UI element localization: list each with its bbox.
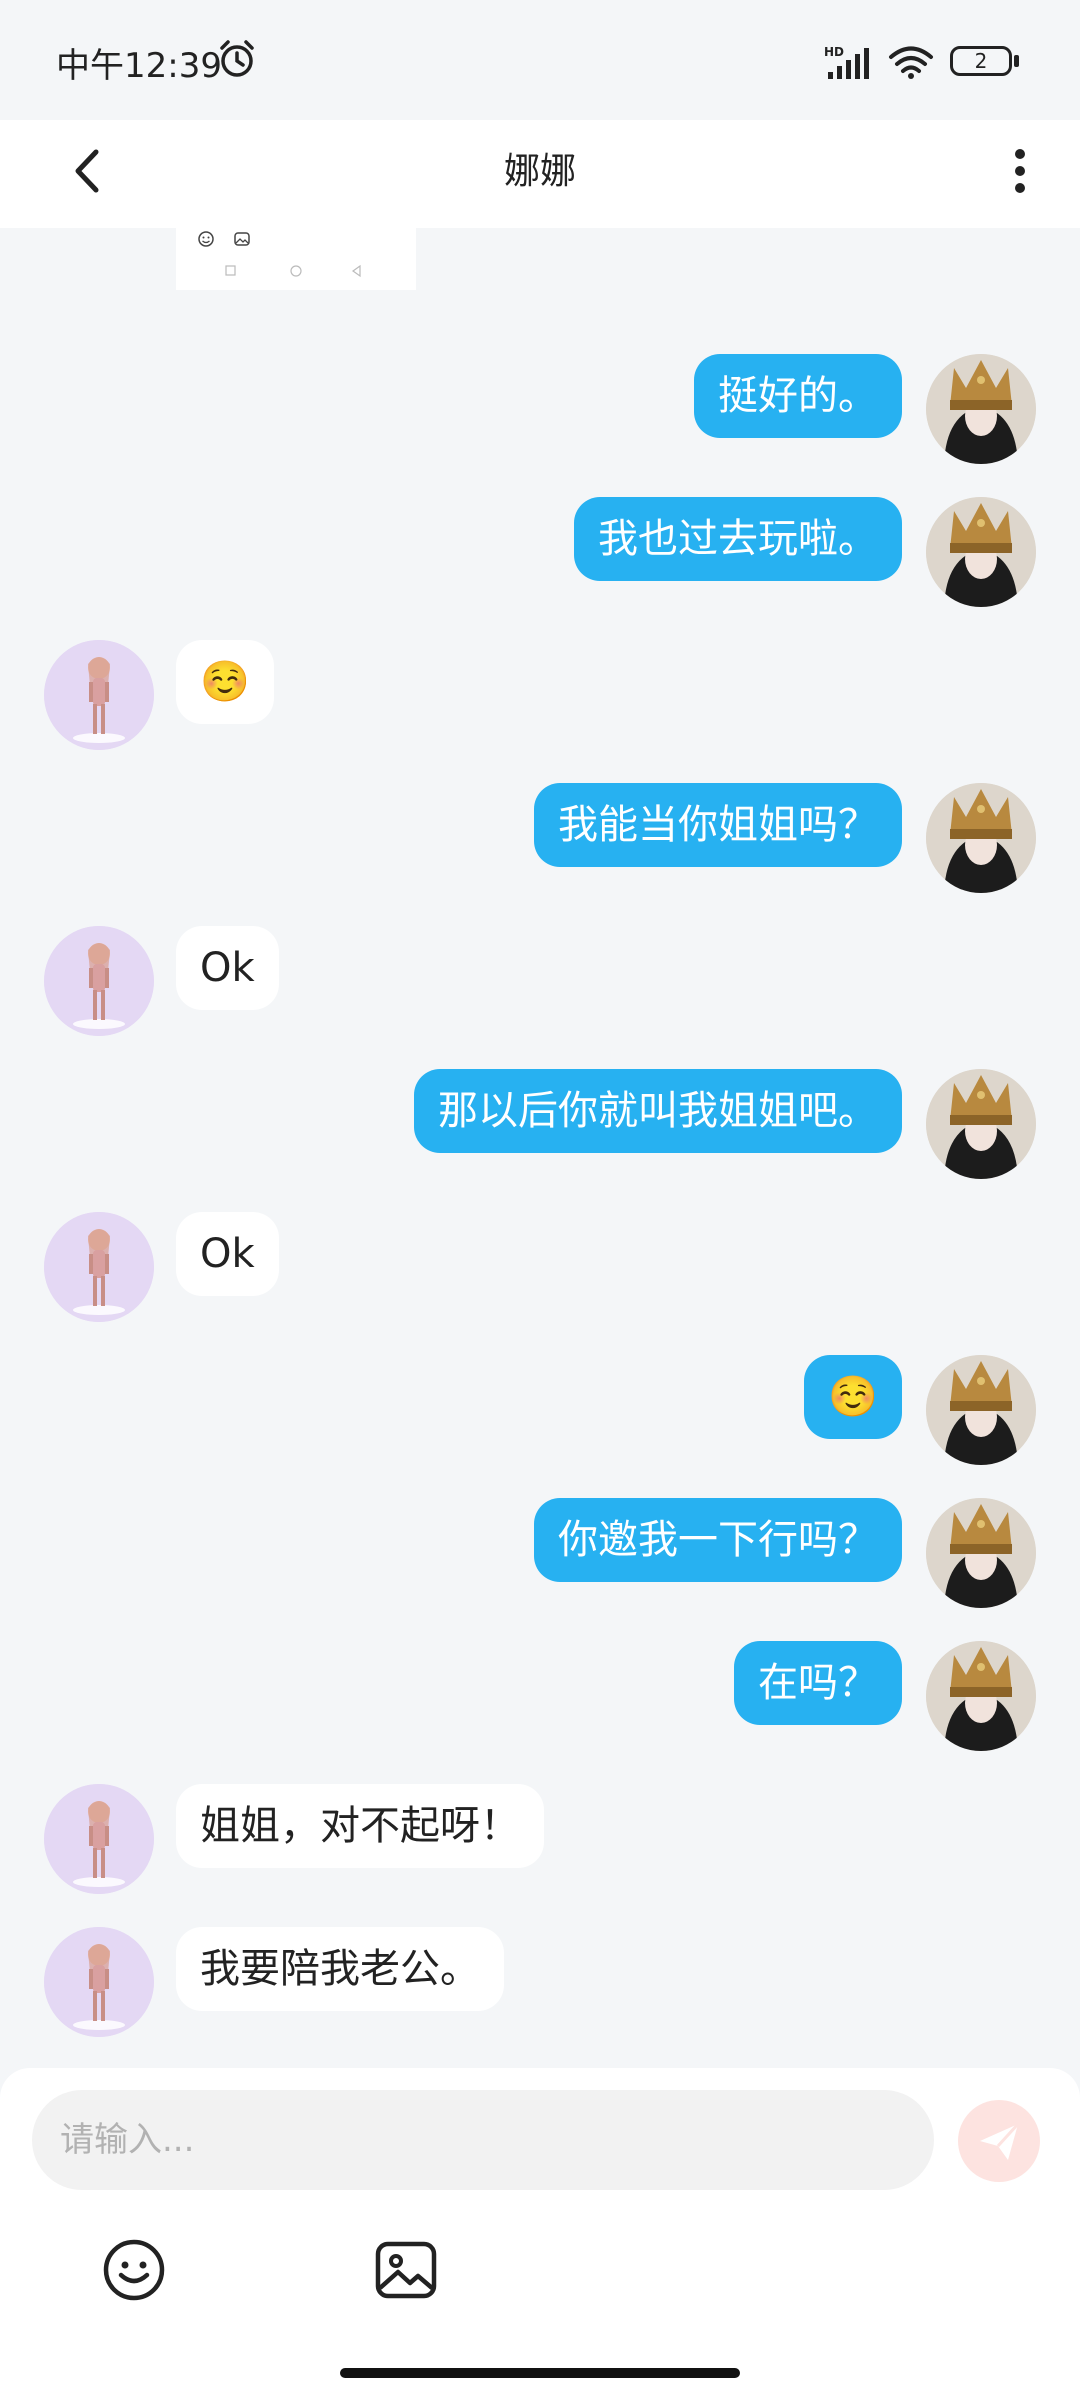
message-row: 我也过去玩啦。 — [0, 497, 1080, 607]
alarm-clock-icon — [220, 40, 254, 77]
home-indicator[interactable] — [340, 2368, 740, 2378]
received-message-bubble[interactable]: 我要陪我老公。 — [176, 1927, 504, 2011]
send-button[interactable] — [958, 2100, 1040, 2182]
message-row: 我要陪我老公。 — [0, 1927, 1080, 2037]
received-message-bubble[interactable]: Ok — [176, 926, 279, 1010]
self-avatar[interactable] — [926, 783, 1036, 893]
self-avatar[interactable] — [926, 497, 1036, 607]
back-button[interactable] — [58, 136, 118, 206]
smiley-icon — [103, 2239, 165, 2301]
more-vertical-icon — [1015, 149, 1025, 193]
sent-message-bubble[interactable]: 你邀我一下行吗？ — [534, 1498, 902, 1582]
contact-avatar[interactable] — [44, 926, 154, 1036]
message-row: ☺️ — [0, 640, 1080, 750]
self-avatar[interactable] — [926, 1355, 1036, 1465]
message-row: Ok — [0, 926, 1080, 1036]
status-bar: 中午12:39 HD 2 — [0, 0, 1080, 120]
chevron-left-icon — [75, 149, 99, 193]
self-avatar[interactable] — [926, 1641, 1036, 1751]
contact-avatar[interactable] — [44, 1927, 154, 2037]
received-message-bubble[interactable]: ☺️ — [176, 640, 274, 724]
sent-message-bubble[interactable]: 我也过去玩啦。 — [574, 497, 902, 581]
message-row: 那以后你就叫我姐姐吧。 — [0, 1069, 1080, 1179]
message-row: 我能当你姐姐吗？ — [0, 783, 1080, 893]
battery-cap — [1014, 55, 1019, 67]
message-row: Ok — [0, 1212, 1080, 1322]
emoji-button[interactable] — [100, 2236, 168, 2304]
self-avatar[interactable] — [926, 1069, 1036, 1179]
message-input[interactable] — [32, 2090, 934, 2190]
sent-message-bubble[interactable]: ☺️ — [804, 1355, 902, 1439]
status-time: 中午12:39 — [56, 46, 222, 86]
self-avatar[interactable] — [926, 1498, 1036, 1608]
sent-message-bubble[interactable]: 在吗？ — [734, 1641, 902, 1725]
battery-indicator: 2 — [950, 46, 1012, 76]
contact-avatar[interactable] — [44, 1784, 154, 1894]
contact-avatar[interactable] — [44, 640, 154, 750]
sent-message-bubble[interactable]: 挺好的。 — [694, 354, 902, 438]
contact-avatar[interactable] — [44, 1212, 154, 1322]
self-avatar[interactable] — [926, 354, 1036, 464]
message-row: 你邀我一下行吗？ — [0, 1498, 1080, 1608]
image-icon — [375, 2241, 437, 2299]
message-row: 姐姐，对不起呀！ — [0, 1784, 1080, 1894]
signal-icon: HD — [824, 45, 869, 79]
received-message-bubble[interactable]: Ok — [176, 1212, 279, 1296]
message-row: 挺好的。 — [0, 354, 1080, 464]
paper-plane-icon — [980, 2122, 1020, 2160]
more-button[interactable] — [1000, 136, 1040, 206]
chat-header: 娜娜 — [0, 120, 1080, 228]
page-title: 娜娜 — [503, 151, 576, 192]
sent-message-bubble[interactable]: 我能当你姐姐吗？ — [534, 783, 902, 867]
sent-message-bubble[interactable]: 那以后你就叫我姐姐吧。 — [414, 1069, 902, 1153]
received-message-bubble[interactable]: 姐姐，对不起呀！ — [176, 1784, 544, 1868]
wifi-icon — [889, 46, 933, 79]
message-list[interactable]: 挺好的。我也过去玩啦。 ☺️ 我能当你姐姐吗？ Ok 那以后你就叫我姐姐吧。 Ok ☺️ 你邀… — [0, 228, 1080, 2068]
composer-panel — [0, 2068, 1080, 2400]
message-row: 在吗？ — [0, 1641, 1080, 1751]
message-row: ☺️ — [0, 1355, 1080, 1465]
image-button[interactable] — [372, 2236, 440, 2304]
network-label: HD — [824, 45, 844, 59]
